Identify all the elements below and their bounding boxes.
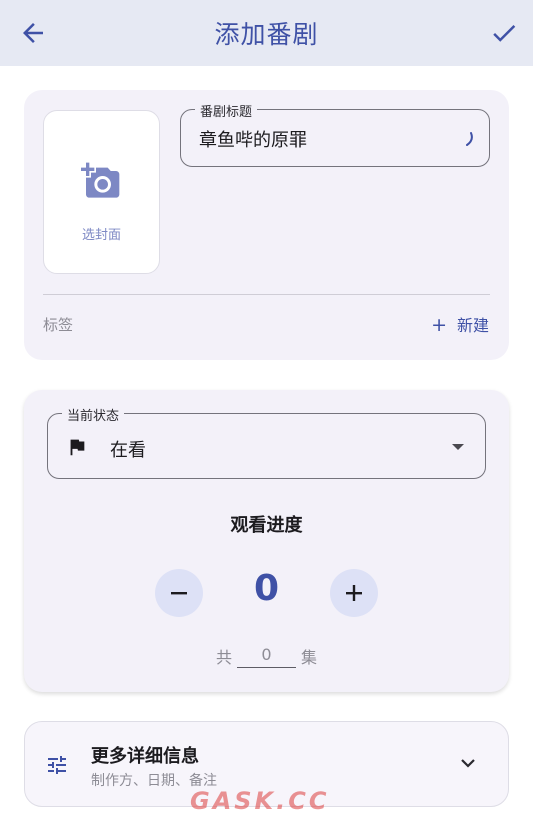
tags-label: 标签 xyxy=(43,316,74,334)
episode-count: 0 xyxy=(253,568,280,609)
plus-icon xyxy=(346,585,362,601)
basic-info-card: 选封面 番剧标题 章鱼哔的原罪 标签 + 新建 xyxy=(24,90,509,360)
new-tag-label: 新建 xyxy=(456,316,489,335)
chevron-down-icon xyxy=(461,759,475,768)
increment-button[interactable] xyxy=(330,569,378,617)
loading-spinner-icon xyxy=(466,132,473,146)
page-title: 添加番剧 xyxy=(214,20,319,49)
cover-label: 选封面 xyxy=(81,228,121,243)
status-value: 在看 xyxy=(110,440,146,461)
watermark: GASK.CC xyxy=(190,787,330,815)
more-details-title: 更多详细信息 xyxy=(91,746,199,767)
divider xyxy=(43,294,490,295)
check-icon[interactable] xyxy=(489,18,519,48)
dropdown-arrow-icon xyxy=(452,444,464,450)
new-tag-button[interactable]: + 新建 xyxy=(431,312,489,336)
tune-icon xyxy=(48,756,66,774)
status-dropdown[interactable]: 当前状态 在看 xyxy=(47,405,486,479)
cover-picker-button[interactable]: 选封面 xyxy=(43,110,160,274)
app-bar: 添加番剧 xyxy=(0,0,533,66)
plus-icon: + xyxy=(431,314,447,336)
status-field-label: 当前状态 xyxy=(62,405,125,424)
title-field-value[interactable]: 章鱼哔的原罪 xyxy=(199,126,307,152)
title-field[interactable]: 番剧标题 章鱼哔的原罪 xyxy=(180,101,490,167)
total-suffix: 集 xyxy=(301,648,318,667)
total-prefix: 共 xyxy=(216,648,233,667)
status-progress-card: 当前状态 在看 观看进度 0 共 0 集 xyxy=(24,390,509,692)
add-photo-icon xyxy=(81,162,120,198)
total-episodes-input[interactable]: 0 xyxy=(237,642,296,668)
progress-title: 观看进度 xyxy=(230,515,303,536)
flag-icon xyxy=(70,439,85,456)
title-field-label: 番剧标题 xyxy=(195,101,258,120)
total-episodes-row: 共 0 集 xyxy=(24,642,509,668)
